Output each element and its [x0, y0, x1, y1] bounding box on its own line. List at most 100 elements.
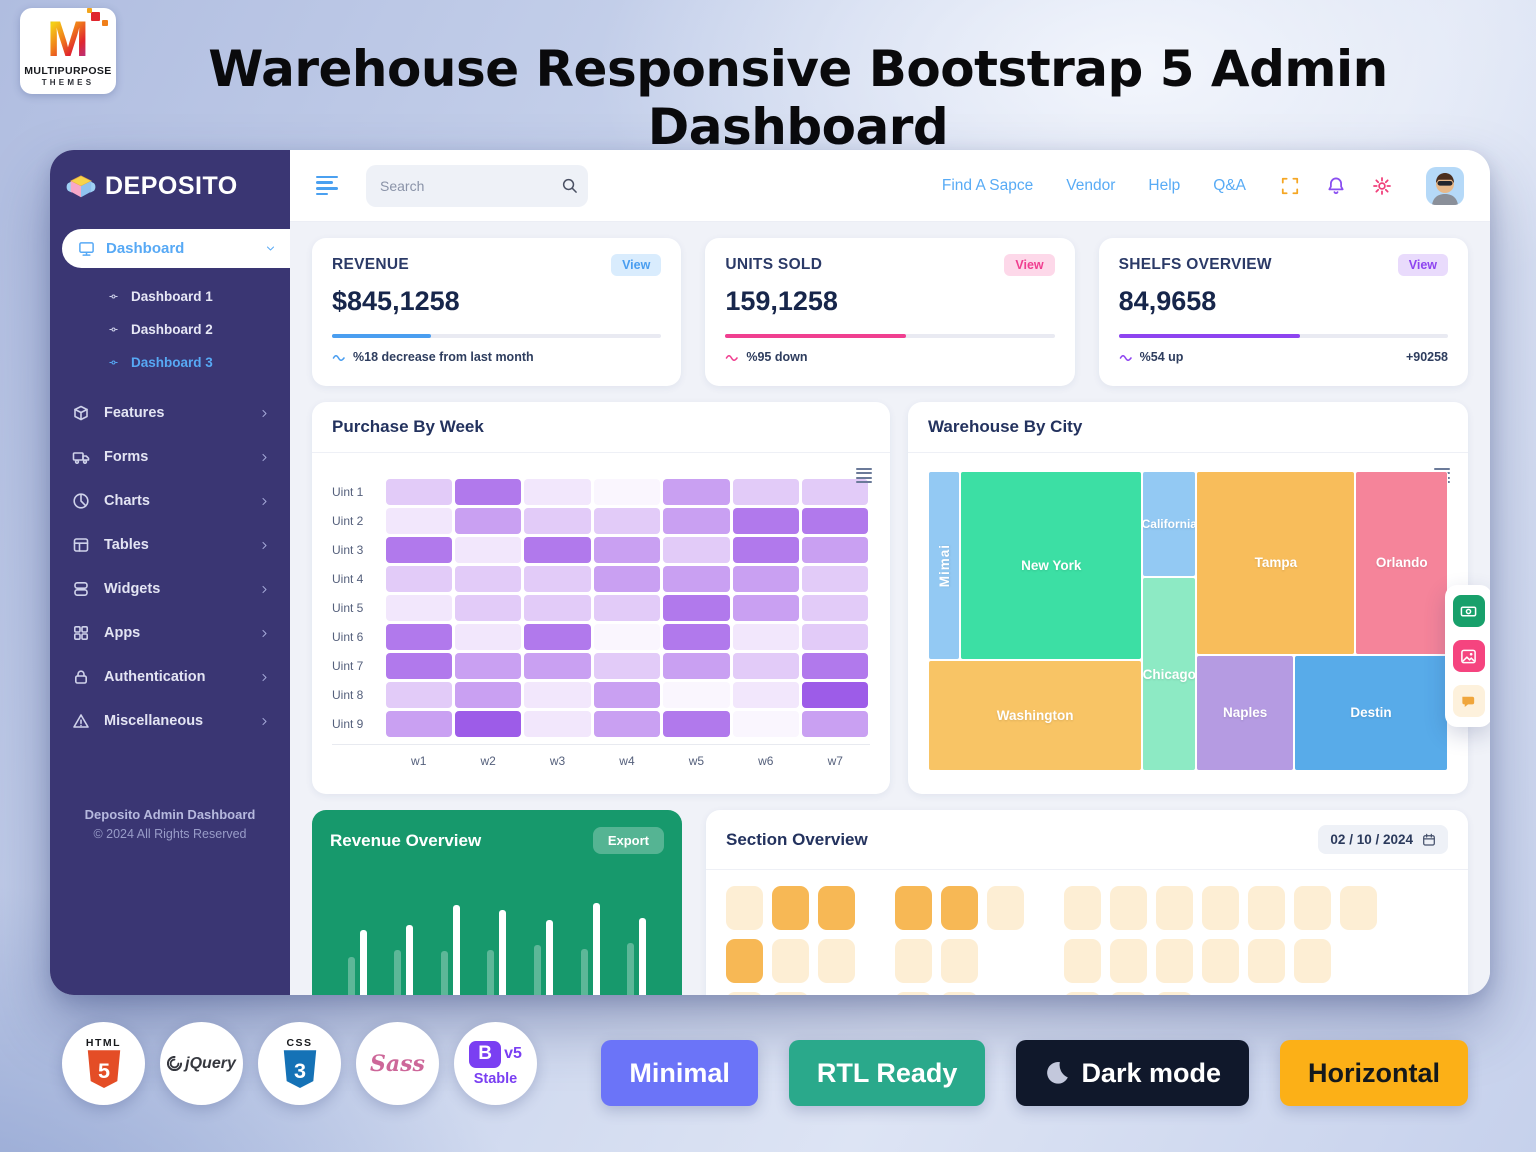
- revenue-bar[interactable]: [639, 918, 646, 995]
- heatmap-cell[interactable]: [386, 508, 452, 534]
- treemap-block-naples[interactable]: Naples: [1196, 655, 1294, 771]
- section-grid-cell[interactable]: [772, 992, 809, 995]
- heatmap-cell[interactable]: [663, 479, 729, 505]
- revenue-bar[interactable]: [546, 920, 553, 995]
- heatmap-cell[interactable]: [594, 595, 660, 621]
- heatmap-cell[interactable]: [594, 682, 660, 708]
- heatmap-cell[interactable]: [733, 682, 799, 708]
- section-grid-cell[interactable]: [726, 992, 763, 995]
- section-grid-cell[interactable]: [1294, 886, 1331, 930]
- sidebar-item-miscellaneous[interactable]: Miscellaneous: [50, 699, 290, 743]
- section-grid-cell[interactable]: [1248, 886, 1285, 930]
- sidebar-subitem-dashboard-3[interactable]: Dashboard 3: [50, 346, 290, 379]
- heatmap-cell[interactable]: [802, 508, 868, 534]
- date-picker[interactable]: 02 / 10 / 2024: [1318, 825, 1448, 854]
- heatmap-cell[interactable]: [802, 653, 868, 679]
- view-button[interactable]: View: [1398, 254, 1448, 276]
- heatmap-cell[interactable]: [386, 682, 452, 708]
- heatmap-cell[interactable]: [663, 711, 729, 737]
- heatmap-cell[interactable]: [733, 566, 799, 592]
- revenue-bar[interactable]: [593, 903, 600, 995]
- sidebar-subitem-dashboard-1[interactable]: Dashboard 1: [50, 280, 290, 313]
- heatmap-cell[interactable]: [594, 479, 660, 505]
- sidebar-item-dashboard[interactable]: Dashboard: [62, 229, 290, 268]
- section-grid-cell[interactable]: [772, 939, 809, 983]
- section-grid-cell[interactable]: [818, 939, 855, 983]
- heatmap-cell[interactable]: [802, 682, 868, 708]
- section-grid-cell[interactable]: [1248, 939, 1285, 983]
- heatmap-cell[interactable]: [386, 624, 452, 650]
- sidebar-item-tables[interactable]: Tables: [50, 523, 290, 567]
- view-button[interactable]: View: [611, 254, 661, 276]
- heatmap-cell[interactable]: [663, 508, 729, 534]
- section-grid-cell[interactable]: [1156, 939, 1193, 983]
- revenue-bar[interactable]: [360, 930, 367, 995]
- section-grid-cell[interactable]: [1294, 939, 1331, 983]
- search-icon[interactable]: [561, 177, 578, 194]
- heatmap-cell[interactable]: [455, 624, 521, 650]
- treemap-block-tampa[interactable]: Tampa: [1196, 471, 1355, 655]
- heatmap-cell[interactable]: [524, 711, 590, 737]
- section-grid-cell[interactable]: [941, 992, 978, 995]
- heatmap-cell[interactable]: [524, 595, 590, 621]
- heatmap-cell[interactable]: [663, 566, 729, 592]
- section-grid-cell[interactable]: [726, 939, 763, 983]
- section-grid-cell[interactable]: [895, 992, 932, 995]
- revenue-bar[interactable]: [453, 905, 460, 995]
- heatmap-cell[interactable]: [455, 711, 521, 737]
- section-grid-cell[interactable]: [895, 939, 932, 983]
- search-icon[interactable]: [561, 177, 578, 194]
- heatmap-cell[interactable]: [733, 624, 799, 650]
- heatmap-cell[interactable]: [524, 653, 590, 679]
- heatmap-cell[interactable]: [802, 537, 868, 563]
- heatmap-cell[interactable]: [594, 566, 660, 592]
- section-grid-cell[interactable]: [1202, 939, 1239, 983]
- heatmap-cell[interactable]: [802, 566, 868, 592]
- section-grid-cell[interactable]: [818, 886, 855, 930]
- sidebar-subitem-dashboard-2[interactable]: Dashboard 2: [50, 313, 290, 346]
- fullscreen-icon[interactable]: [1280, 176, 1300, 196]
- heatmap-cell[interactable]: [733, 537, 799, 563]
- treemap-block-chicago[interactable]: Chicago: [1142, 577, 1196, 771]
- section-grid-cell[interactable]: [895, 886, 932, 930]
- heatmap-cell[interactable]: [455, 595, 521, 621]
- heatmap-cell[interactable]: [386, 537, 452, 563]
- heatmap-cell[interactable]: [386, 479, 452, 505]
- heatmap-cell[interactable]: [594, 711, 660, 737]
- heatmap-cell[interactable]: [802, 624, 868, 650]
- gear-icon[interactable]: [1372, 176, 1392, 196]
- heatmap-cell[interactable]: [455, 537, 521, 563]
- sidebar-item-apps[interactable]: Apps: [50, 611, 290, 655]
- heatmap-cell[interactable]: [455, 479, 521, 505]
- section-grid-cell[interactable]: [987, 886, 1024, 930]
- heatmap-cell[interactable]: [733, 508, 799, 534]
- card-options-icon[interactable]: [856, 465, 872, 486]
- section-grid-cell[interactable]: [1064, 992, 1101, 995]
- user-avatar[interactable]: [1426, 167, 1464, 205]
- section-grid-cell[interactable]: [1202, 886, 1239, 930]
- heatmap-cell[interactable]: [524, 566, 590, 592]
- topnav-link-find-a-sapce[interactable]: Find A Sapce: [942, 177, 1033, 195]
- sidebar-item-features[interactable]: Features: [50, 391, 290, 435]
- treemap-block-new-york[interactable]: New York: [960, 471, 1142, 660]
- sidebar-item-forms[interactable]: Forms: [50, 435, 290, 479]
- search-input[interactable]: [380, 178, 561, 194]
- section-grid-cell[interactable]: [1064, 886, 1101, 930]
- heatmap-cell[interactable]: [802, 595, 868, 621]
- heatmap-cell[interactable]: [386, 595, 452, 621]
- heatmap-cell[interactable]: [594, 624, 660, 650]
- section-grid-cell[interactable]: [1110, 886, 1147, 930]
- heatmap-cell[interactable]: [663, 653, 729, 679]
- heatmap-cell[interactable]: [386, 566, 452, 592]
- topnav-link-help[interactable]: Help: [1148, 177, 1180, 195]
- tool-button-chat-icon[interactable]: [1453, 685, 1485, 717]
- heatmap-cell[interactable]: [594, 653, 660, 679]
- section-grid-cell[interactable]: [726, 886, 763, 930]
- section-grid-cell[interactable]: [772, 886, 809, 930]
- heatmap-cell[interactable]: [386, 711, 452, 737]
- heatmap-cell[interactable]: [663, 682, 729, 708]
- view-button[interactable]: View: [1004, 254, 1054, 276]
- heatmap-cell[interactable]: [386, 653, 452, 679]
- tool-button-image-icon[interactable]: [1453, 640, 1485, 672]
- heatmap-cell[interactable]: [524, 479, 590, 505]
